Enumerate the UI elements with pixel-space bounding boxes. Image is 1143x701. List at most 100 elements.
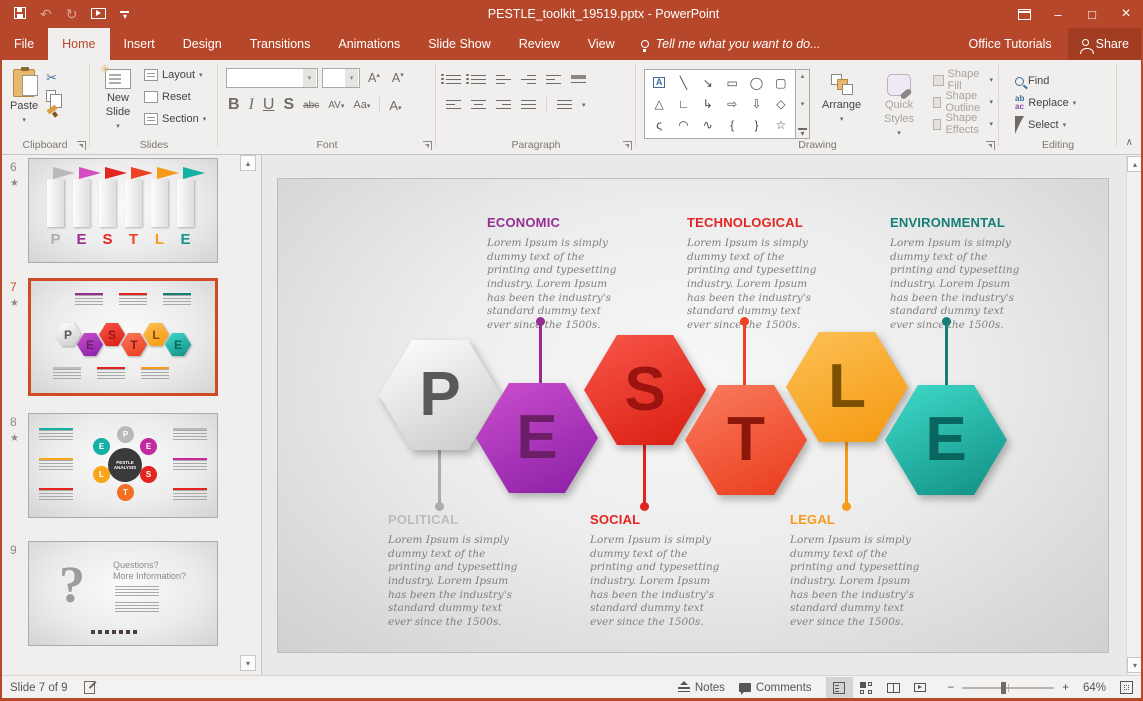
justify-icon[interactable] xyxy=(521,97,536,112)
drawing-dialog-launcher[interactable] xyxy=(986,141,995,150)
decrease-indent-icon[interactable] xyxy=(496,72,511,87)
technological-text-block[interactable]: TECHNOLOGICAL Lorem Ipsum is simply dumm… xyxy=(687,215,817,332)
align-left-icon[interactable] xyxy=(446,97,461,112)
slide-6-thumbnail[interactable]: P E S T L E xyxy=(28,158,218,263)
shape-elbow-connector[interactable]: ∟ xyxy=(678,98,690,110)
thumbnail-scroll-down-icon[interactable]: ▾ xyxy=(240,655,256,671)
social-text-block[interactable]: SOCIAL Lorem Ipsum is simply dummy text … xyxy=(590,512,720,629)
paragraph-dialog-launcher[interactable] xyxy=(623,141,632,150)
align-right-icon[interactable] xyxy=(496,97,511,112)
new-slide-button[interactable]: New Slide ▾ xyxy=(94,64,142,136)
shape-oval[interactable]: ◯ xyxy=(750,77,763,89)
text-shadow-button[interactable]: S xyxy=(283,96,294,114)
underline-button[interactable]: U xyxy=(263,96,275,114)
slide-7-thumbnail[interactable]: P E S T L E xyxy=(28,278,218,396)
shrink-font-button[interactable]: A▾ xyxy=(388,70,408,86)
office-tutorials-link[interactable]: Office Tutorials xyxy=(953,28,1068,60)
share-button[interactable]: Share xyxy=(1068,28,1143,60)
maximize-button[interactable]: □ xyxy=(1075,0,1109,28)
start-slideshow-icon[interactable] xyxy=(91,7,106,21)
shapes-gallery-scrollbar[interactable]: ▴ ▾ ▾ xyxy=(796,69,810,139)
gallery-down-icon[interactable]: ▾ xyxy=(801,100,805,108)
comments-button[interactable]: Comments xyxy=(739,682,812,694)
scroll-down-icon[interactable]: ▾ xyxy=(1127,657,1143,673)
format-painter-icon[interactable] xyxy=(46,106,58,118)
find-button[interactable]: Find xyxy=(1013,70,1117,92)
zoom-in-button[interactable]: + xyxy=(1062,682,1069,694)
shape-right-brace[interactable]: } xyxy=(754,119,758,131)
spell-check-icon[interactable] xyxy=(84,681,95,694)
ribbon-display-options-icon[interactable] xyxy=(1007,0,1041,28)
reset-button[interactable]: Reset xyxy=(142,86,208,108)
tab-slideshow[interactable]: Slide Show xyxy=(414,28,505,60)
notes-button[interactable]: Notes xyxy=(678,681,725,694)
shape-line[interactable]: ╲ xyxy=(680,77,687,89)
close-button[interactable]: × xyxy=(1109,0,1143,28)
shape-left-brace[interactable]: { xyxy=(730,119,734,131)
paste-dropdown-icon[interactable]: ▾ xyxy=(22,117,26,126)
line-spacing-icon[interactable] xyxy=(546,72,561,87)
paste-button[interactable]: Paste ▾ xyxy=(4,64,44,131)
numbering-icon[interactable] xyxy=(471,72,486,87)
environmental-text-block[interactable]: ENVIRONMENTAL Lorem Ipsum is simply dumm… xyxy=(890,215,1020,332)
minimize-button[interactable]: – xyxy=(1041,0,1075,28)
shape-down-arrow[interactable]: ⇩ xyxy=(751,98,761,110)
reading-view-button[interactable] xyxy=(880,677,907,698)
fit-to-window-icon[interactable] xyxy=(1120,681,1133,694)
change-case-button[interactable]: Aa▾ xyxy=(353,99,370,111)
tab-design[interactable]: Design xyxy=(169,28,236,60)
zoom-thumb[interactable] xyxy=(1001,682,1006,694)
thumbnail-scrollbar[interactable]: ▴ ▾ xyxy=(240,155,257,675)
character-spacing-button[interactable]: AV▾ xyxy=(328,100,344,111)
economic-text-block[interactable]: ECONOMIC Lorem Ipsum is simply dummy tex… xyxy=(487,215,617,332)
slide-sorter-view-button[interactable] xyxy=(853,677,880,698)
shape-elbow-arrow[interactable]: ↳ xyxy=(703,98,713,110)
shape-right-arrow[interactable]: ⇨ xyxy=(727,98,737,110)
shape-arrow[interactable]: ↘ xyxy=(703,77,713,89)
save-icon[interactable] xyxy=(14,7,26,21)
shapes-gallery[interactable]: A ╲ ↘ ▭ ◯ ▢ △ ∟ ↳ ⇨ ⇩ ◇ ς ◠ ∿ xyxy=(644,69,796,139)
align-center-icon[interactable] xyxy=(471,97,486,112)
shape-scribble[interactable]: ς xyxy=(656,119,662,131)
hexagon-e-economic[interactable]: E xyxy=(476,383,598,493)
shape-star[interactable]: ☆ xyxy=(775,119,786,131)
normal-view-button[interactable] xyxy=(826,677,853,698)
undo-icon[interactable]: ↶ xyxy=(40,7,52,21)
clipboard-dialog-launcher[interactable] xyxy=(77,141,86,150)
thumbnail-scroll-up-icon[interactable]: ▴ xyxy=(240,155,256,171)
main-scrollbar[interactable]: ▴ ▾ xyxy=(1126,155,1143,675)
columns-icon[interactable] xyxy=(557,97,572,112)
grow-font-button[interactable]: A▴ xyxy=(364,70,384,86)
slide-8-thumbnail[interactable]: PESTLEANALYSIS P E S T L E xyxy=(28,413,218,518)
redo-icon[interactable]: ↻ xyxy=(66,7,78,21)
bullets-icon[interactable] xyxy=(446,72,461,87)
legal-text-block[interactable]: LEGAL Lorem Ipsum is simply dummy text o… xyxy=(790,512,920,629)
collapse-ribbon-icon[interactable]: ∧ xyxy=(1126,137,1133,148)
tab-home[interactable]: Home xyxy=(48,28,109,60)
layout-button[interactable]: Layout ▾ xyxy=(142,64,208,86)
bold-button[interactable]: B xyxy=(228,96,240,114)
gallery-more-icon[interactable]: ▾ xyxy=(798,128,807,136)
tab-file[interactable]: File xyxy=(0,28,48,60)
shape-curve[interactable]: ∿ xyxy=(703,119,713,131)
copy-icon[interactable] xyxy=(46,90,56,102)
shape-rectangle[interactable]: ▭ xyxy=(726,77,737,89)
increase-indent-icon[interactable] xyxy=(521,72,536,87)
slideshow-view-button[interactable] xyxy=(907,677,934,698)
political-text-block[interactable]: POLITICAL Lorem Ipsum is simply dummy te… xyxy=(388,512,518,629)
tab-review[interactable]: Review xyxy=(505,28,574,60)
tab-view[interactable]: View xyxy=(574,28,629,60)
tab-animations[interactable]: Animations xyxy=(324,28,414,60)
shape-triangle[interactable]: △ xyxy=(655,98,664,110)
slide-9-thumbnail[interactable]: ? Questions? More Information? xyxy=(28,541,218,646)
new-slide-dropdown-icon[interactable]: ▾ xyxy=(116,123,120,132)
hexagon-e-environmental[interactable]: E xyxy=(885,385,1007,495)
text-direction-icon[interactable] xyxy=(571,73,586,86)
zoom-track[interactable] xyxy=(962,687,1054,689)
select-button[interactable]: Select ▾ xyxy=(1013,114,1117,136)
shape-arc[interactable]: ◠ xyxy=(678,119,688,131)
font-name-input[interactable] xyxy=(227,69,303,87)
slide-canvas[interactable]: ECONOMIC Lorem Ipsum is simply dummy tex… xyxy=(278,179,1108,652)
shape-textbox[interactable]: A xyxy=(653,77,666,88)
font-name-combo[interactable]: ▾ xyxy=(226,68,318,88)
